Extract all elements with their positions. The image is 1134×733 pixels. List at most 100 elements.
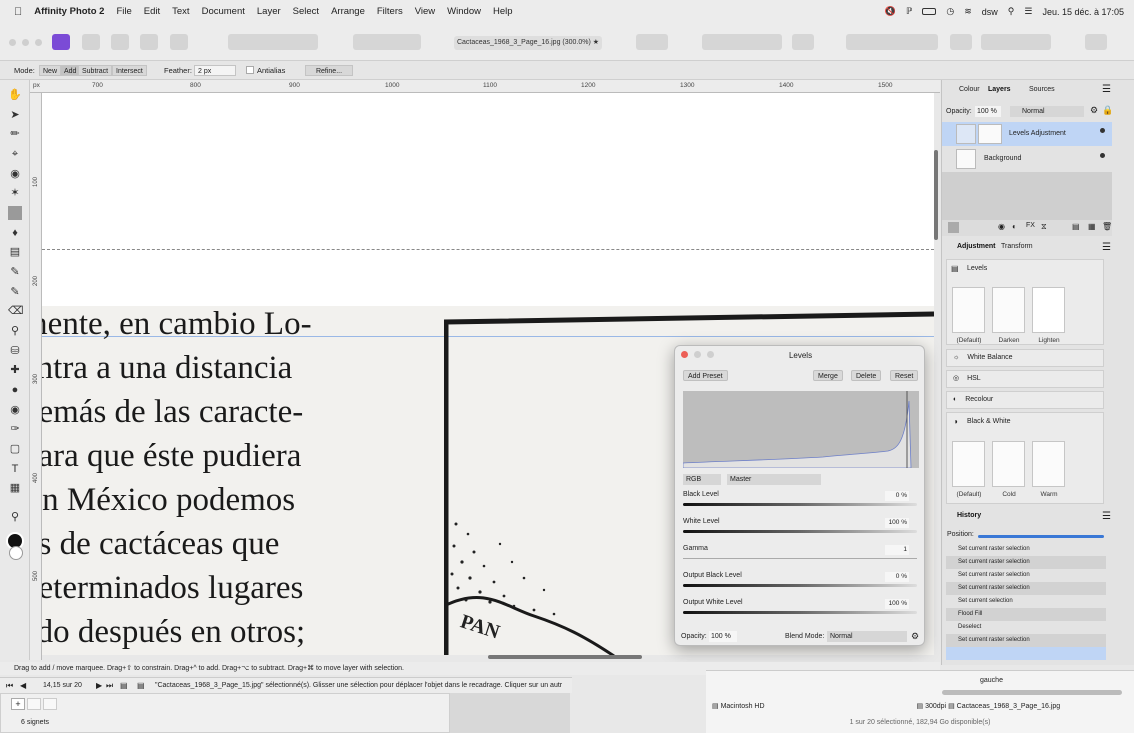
finder-column-label[interactable]: gauche bbox=[980, 677, 1003, 684]
white-level-input[interactable]: 100 % bbox=[885, 518, 909, 528]
layer-visibility-dot[interactable] bbox=[1100, 153, 1105, 158]
mute-icon[interactable]: 🔇 bbox=[885, 6, 896, 17]
flood-select-icon[interactable]: ✶ bbox=[8, 186, 22, 200]
wifi-icon[interactable]: ≋ bbox=[964, 6, 972, 17]
marquee-tool-icon[interactable] bbox=[8, 206, 22, 220]
history-entry[interactable]: Flood Fill bbox=[946, 608, 1106, 621]
white-level-slider[interactable] bbox=[683, 530, 917, 533]
panel-menu-icon[interactable]: ☰ bbox=[1102, 242, 1111, 253]
prev-page-icon[interactable]: ◀ bbox=[20, 678, 26, 694]
boolean-group[interactable] bbox=[981, 34, 1051, 50]
layer-row-background[interactable]: Background bbox=[942, 147, 1112, 171]
refine-button[interactable]: Refine... bbox=[305, 65, 353, 76]
menu-edit[interactable]: Edit bbox=[144, 6, 160, 17]
bluetooth-icon[interactable]: ℙ bbox=[906, 6, 912, 17]
remove-icon[interactable] bbox=[43, 698, 57, 710]
tone-mapping-persona-icon[interactable] bbox=[140, 34, 158, 50]
assistant-icon[interactable] bbox=[792, 34, 814, 50]
dialog-blend-select[interactable]: Normal bbox=[827, 631, 907, 642]
pen-tool-icon[interactable]: ✑ bbox=[8, 422, 22, 436]
color-picker-tool-icon[interactable]: ✏ bbox=[8, 127, 22, 141]
layer-name[interactable]: Background bbox=[984, 155, 1021, 162]
adjustment-recolour[interactable]: ◐ Recolour bbox=[946, 391, 1104, 409]
mode-subtract-button[interactable]: Subtract bbox=[78, 65, 113, 76]
channel-select[interactable]: RGB bbox=[683, 474, 721, 485]
history-position-slider[interactable] bbox=[978, 535, 1104, 538]
history-entry[interactable]: Set current raster selection bbox=[946, 556, 1106, 569]
clone-tool-icon[interactable]: ⛁ bbox=[8, 344, 22, 358]
minimize-window-button[interactable] bbox=[22, 39, 29, 46]
mode-intersect-button[interactable]: Intersect bbox=[112, 65, 147, 76]
fx-icon[interactable]: FX bbox=[1026, 222, 1035, 229]
feather-input[interactable]: 2 px bbox=[194, 65, 236, 76]
adjustment-icon[interactable]: ◐ bbox=[1012, 222, 1017, 231]
menu-view[interactable]: View bbox=[415, 6, 435, 17]
add-preset-button[interactable]: Add Preset bbox=[683, 370, 728, 381]
mode-new-button[interactable]: New bbox=[39, 65, 62, 76]
menu-help[interactable]: Help bbox=[493, 6, 513, 17]
dialog-opacity-input[interactable]: 100 % bbox=[709, 631, 737, 642]
black-level-slider[interactable] bbox=[683, 503, 917, 506]
panel-menu-icon[interactable]: ☰ bbox=[1102, 511, 1111, 522]
menu-select[interactable]: Select bbox=[293, 6, 319, 17]
menu-document[interactable]: Document bbox=[202, 6, 245, 17]
menu-layer[interactable]: Layer bbox=[257, 6, 281, 17]
align-icon[interactable] bbox=[950, 34, 972, 50]
control-center-icon[interactable]: ☰ bbox=[1024, 6, 1032, 17]
preset-thumb[interactable] bbox=[952, 441, 985, 487]
tab-layers[interactable]: Layers bbox=[988, 86, 1011, 93]
liquify-persona-icon[interactable] bbox=[82, 34, 100, 50]
history-entry[interactable]: Set current raster selection bbox=[946, 582, 1106, 595]
gamma-slider[interactable] bbox=[683, 558, 917, 559]
photo-persona-icon[interactable] bbox=[52, 34, 70, 50]
antialias-checkbox[interactable] bbox=[246, 66, 254, 74]
user-name[interactable]: dsw bbox=[982, 7, 998, 17]
sidebar-icon[interactable]: ▤ bbox=[120, 678, 128, 694]
snapping-group[interactable] bbox=[702, 34, 782, 50]
reset-button[interactable]: Reset bbox=[890, 370, 919, 381]
preset-thumb[interactable] bbox=[1032, 441, 1065, 487]
battery-icon[interactable] bbox=[922, 8, 937, 15]
crop-tool-icon[interactable]: ⌖ bbox=[8, 147, 22, 161]
live-filter-icon[interactable]: ⧖ bbox=[1041, 222, 1047, 232]
vertical-scrollbar[interactable] bbox=[934, 150, 938, 240]
color-replace-icon[interactable]: ✎ bbox=[8, 285, 22, 299]
adjustment-name[interactable]: Levels bbox=[967, 265, 987, 272]
menu-text[interactable]: Text bbox=[172, 6, 189, 17]
develop-persona-icon[interactable] bbox=[111, 34, 129, 50]
selection-brush-icon[interactable]: ◉ bbox=[8, 167, 22, 181]
finder-scrollbar[interactable] bbox=[942, 690, 1122, 695]
dodge-tool-icon[interactable]: ⚲ bbox=[8, 324, 22, 338]
edit-icon[interactable] bbox=[27, 698, 41, 710]
close-window-button[interactable] bbox=[9, 39, 16, 46]
blend-mode-select[interactable]: Normal bbox=[1010, 106, 1084, 117]
path-item[interactable]: Macintosh HD bbox=[721, 703, 765, 710]
gamma-input[interactable]: 1 bbox=[885, 545, 909, 555]
history-entry[interactable]: Set current raster selection bbox=[946, 634, 1106, 647]
output-black-slider[interactable] bbox=[683, 584, 917, 587]
hand-tool-icon[interactable]: ✋ bbox=[8, 88, 22, 102]
adjustment-white-balance[interactable]: ☼ White Balance bbox=[946, 349, 1104, 367]
zoom-tool-icon[interactable]: ⚲ bbox=[8, 510, 22, 524]
quick-mask-button[interactable] bbox=[636, 34, 668, 50]
search-icon[interactable]: ⚲ bbox=[1008, 6, 1015, 17]
text-tool-icon[interactable]: T bbox=[8, 462, 22, 476]
adjustment-hsl[interactable]: ◎ HSL bbox=[946, 370, 1104, 388]
history-entry-current[interactable] bbox=[946, 647, 1106, 660]
gradient-tool-icon[interactable]: ▤ bbox=[8, 245, 22, 259]
adjustment-name[interactable]: Black & White bbox=[967, 418, 1011, 425]
flood-fill-icon[interactable]: ♦ bbox=[8, 226, 22, 240]
tab-transform[interactable]: Transform bbox=[1001, 243, 1033, 250]
delete-layer-icon[interactable]: 🗑 bbox=[1102, 222, 1112, 231]
preset-thumb[interactable] bbox=[1032, 287, 1065, 333]
layer-row-levels[interactable]: Levels Adjustment bbox=[942, 122, 1112, 146]
add-icon[interactable]: + bbox=[11, 698, 25, 710]
date-time[interactable]: Jeu. 15 déc. à 17:05 bbox=[1042, 7, 1124, 17]
preset-thumb[interactable] bbox=[992, 287, 1025, 333]
selection-tools-group[interactable] bbox=[353, 34, 421, 50]
merge-button[interactable]: Merge bbox=[813, 370, 843, 381]
mesh-warp-icon[interactable]: ▦ bbox=[8, 481, 22, 495]
path-item[interactable]: Cactaceas_1968_3_Page_16.jpg bbox=[957, 703, 1061, 710]
layer-visibility-dot[interactable] bbox=[1100, 128, 1105, 133]
output-white-input[interactable]: 100 % bbox=[885, 599, 909, 609]
